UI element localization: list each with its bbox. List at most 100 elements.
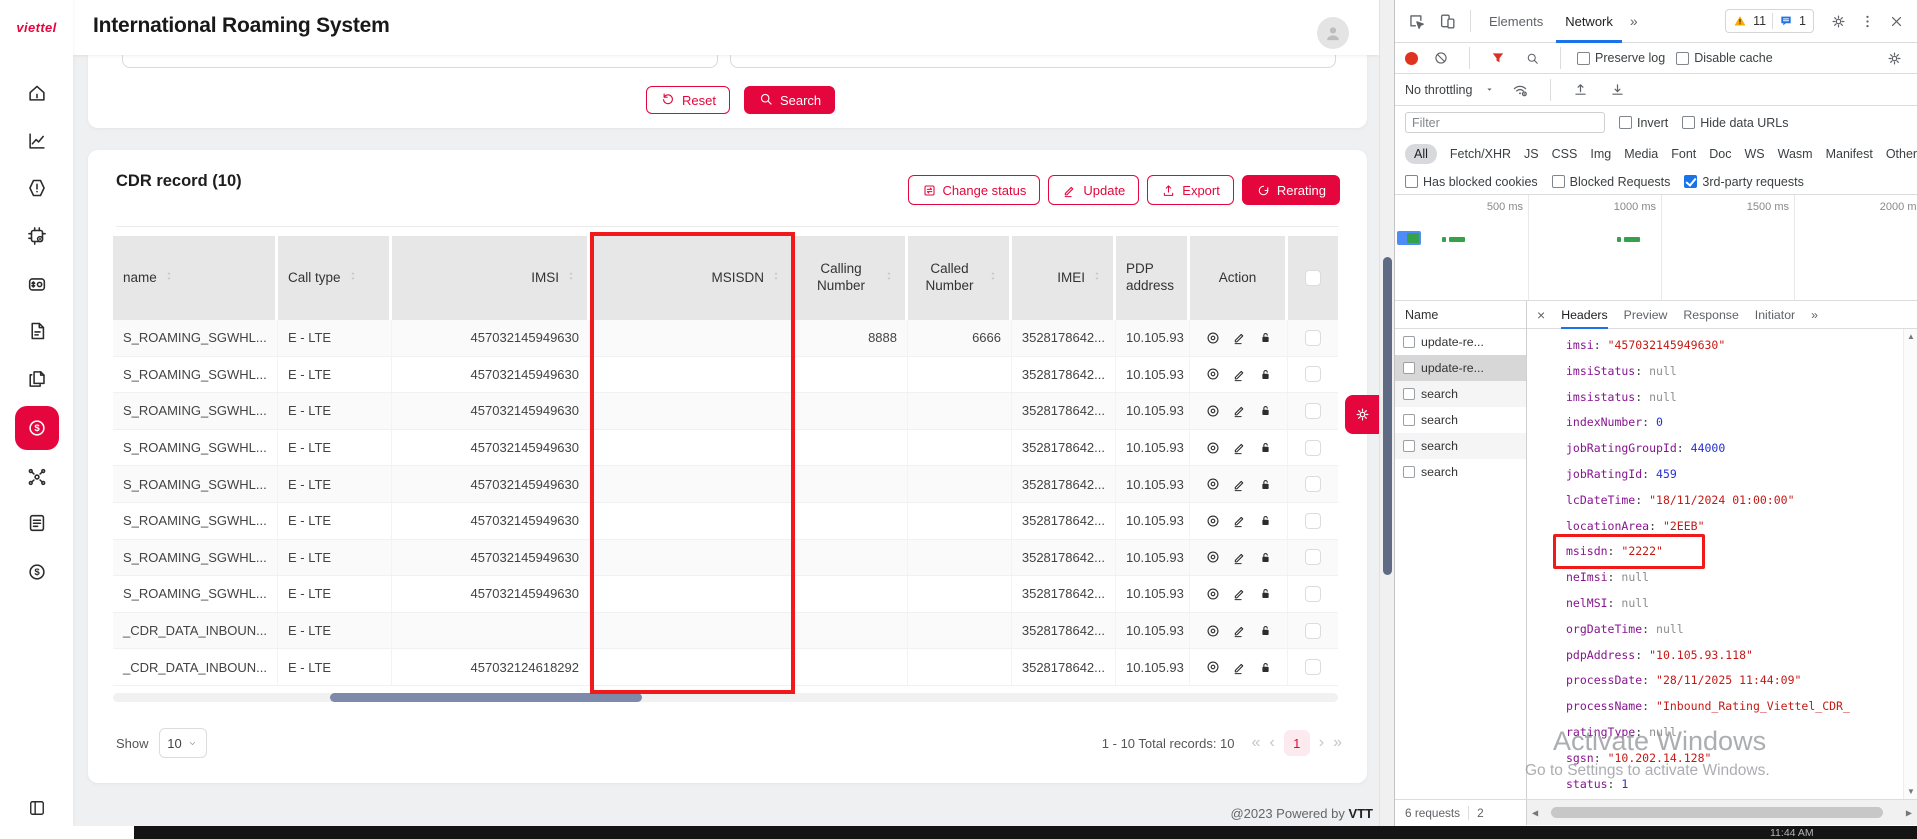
sort-icon[interactable]	[163, 270, 175, 287]
column-header-calling[interactable]: Calling Number	[795, 236, 908, 320]
sidebar-item-dollar-coin[interactable]: $	[26, 561, 48, 583]
sidebar-item-document[interactable]	[26, 320, 48, 342]
network-settings-icon[interactable]	[1882, 50, 1907, 67]
rerating-button[interactable]: Rerating	[1242, 175, 1340, 205]
devtools-close-icon[interactable]	[1884, 13, 1909, 30]
chip-all[interactable]: All	[1405, 144, 1437, 164]
view-icon[interactable]	[1205, 330, 1221, 346]
sidebar-item-copy-pages[interactable]	[26, 368, 48, 390]
lock-icon[interactable]	[1258, 586, 1273, 601]
checkbox[interactable]	[1577, 52, 1590, 65]
view-icon[interactable]	[1205, 623, 1221, 639]
view-icon[interactable]	[1205, 513, 1221, 529]
sidebar-item-report-list[interactable]	[26, 512, 48, 534]
row-checkbox[interactable]	[1305, 549, 1321, 565]
request-checkbox[interactable]	[1403, 440, 1415, 452]
chip-other[interactable]: Other	[1886, 147, 1917, 161]
chip-media[interactable]: Media	[1624, 147, 1658, 161]
request-row[interactable]: search	[1395, 433, 1526, 459]
request-list-header[interactable]: Name	[1395, 301, 1526, 329]
select-all-checkbox[interactable]	[1305, 270, 1321, 286]
column-header-msisdn[interactable]: MSISDN	[590, 236, 795, 320]
request-row[interactable]: search	[1395, 459, 1526, 485]
lock-icon[interactable]	[1258, 367, 1273, 382]
checkbox[interactable]	[1552, 175, 1565, 188]
more-detail-tabs-icon[interactable]: »	[1811, 301, 1818, 329]
column-header-imei[interactable]: IMEI	[1012, 236, 1116, 320]
request-checkbox[interactable]	[1403, 362, 1415, 374]
view-icon[interactable]	[1205, 366, 1221, 382]
column-header-name[interactable]: name	[113, 236, 278, 320]
edit-icon[interactable]	[1232, 367, 1247, 382]
sort-icon[interactable]	[1091, 270, 1103, 287]
request-checkbox[interactable]	[1403, 466, 1415, 478]
chip-manifest[interactable]: Manifest	[1826, 147, 1873, 161]
sidebar-item-line-chart[interactable]	[26, 130, 48, 152]
checkbox[interactable]	[1682, 116, 1695, 129]
sort-icon[interactable]	[987, 270, 999, 287]
search-button[interactable]: Search	[744, 86, 835, 114]
scroll-right-arrow[interactable]: ▶	[1906, 808, 1912, 817]
devtools-menu-icon[interactable]	[1855, 13, 1880, 30]
search-icon[interactable]	[1521, 51, 1544, 66]
checkbox[interactable]	[1684, 175, 1697, 188]
checkbox[interactable]	[1405, 175, 1418, 188]
devtools-settings-icon[interactable]	[1826, 13, 1851, 30]
chip-doc[interactable]: Doc	[1709, 147, 1731, 161]
device-toolbar-icon[interactable]	[1434, 12, 1461, 31]
view-icon[interactable]	[1205, 476, 1221, 492]
page-size-dropdown[interactable]: 10	[159, 728, 207, 758]
row-checkbox[interactable]	[1305, 659, 1321, 675]
view-icon[interactable]	[1205, 659, 1221, 675]
column-header-imsi[interactable]: IMSI	[392, 236, 590, 320]
floating-settings-button[interactable]	[1345, 395, 1379, 434]
request-row[interactable]: update-re...	[1395, 329, 1526, 355]
tab-network[interactable]: Network	[1556, 0, 1622, 43]
blocked-requests-toggle[interactable]: Blocked Requests	[1552, 175, 1671, 189]
row-checkbox[interactable]	[1305, 513, 1321, 529]
row-checkbox[interactable]	[1305, 623, 1321, 639]
lock-icon[interactable]	[1258, 440, 1273, 455]
detail-tab-preview[interactable]: Preview	[1624, 301, 1668, 329]
view-icon[interactable]	[1205, 586, 1221, 602]
sidebar-item-alert-hexagon[interactable]	[26, 177, 48, 199]
update-button[interactable]: Update	[1048, 175, 1139, 205]
invert-toggle[interactable]: Invert	[1619, 116, 1668, 130]
tab-elements[interactable]: Elements	[1480, 0, 1552, 43]
lock-icon[interactable]	[1258, 623, 1273, 638]
reset-button[interactable]: Reset	[646, 86, 730, 114]
lock-icon[interactable]	[1258, 660, 1273, 675]
scrollbar-thumb[interactable]	[330, 693, 642, 702]
detail-tab-initiator[interactable]: Initiator	[1755, 301, 1795, 329]
sidebar-item-hub-network[interactable]	[26, 466, 48, 488]
network-overview-time-line[interactable]: 500 ms1000 ms1500 ms2000 ms	[1395, 195, 1917, 301]
scroll-up-arrow[interactable]: ▲	[1904, 332, 1917, 341]
first-page-button[interactable]: «	[1252, 735, 1261, 751]
edit-icon[interactable]	[1232, 330, 1247, 345]
checkbox[interactable]	[1619, 116, 1632, 129]
column-header-call_type[interactable]: Call type	[278, 236, 392, 320]
filter-input[interactable]	[1405, 112, 1605, 133]
edit-icon[interactable]	[1232, 623, 1247, 638]
lock-icon[interactable]	[1258, 403, 1273, 418]
edit-icon[interactable]	[1232, 403, 1247, 418]
detail-tab-response[interactable]: Response	[1683, 301, 1738, 329]
close-detail-icon[interactable]: ×	[1537, 301, 1545, 329]
import-har-icon[interactable]	[1568, 81, 1593, 98]
scrollbar-thumb[interactable]	[1551, 807, 1883, 818]
next-page-button[interactable]: ›	[1319, 735, 1324, 751]
edit-icon[interactable]	[1232, 513, 1247, 528]
windows-taskbar[interactable]: 11:44 AM	[0, 826, 1917, 839]
row-checkbox[interactable]	[1305, 330, 1321, 346]
request-row[interactable]: update-re...	[1395, 355, 1526, 381]
network-conditions-icon[interactable]	[1507, 81, 1533, 99]
scroll-down-arrow[interactable]: ▼	[1904, 787, 1917, 796]
lock-icon[interactable]	[1258, 330, 1273, 345]
chip-ws[interactable]: WS	[1744, 147, 1764, 161]
chip-img[interactable]: Img	[1590, 147, 1611, 161]
scrollbar-thumb[interactable]	[1383, 257, 1392, 575]
edit-icon[interactable]	[1232, 586, 1247, 601]
sort-icon[interactable]	[883, 270, 895, 287]
chip-css[interactable]: CSS	[1552, 147, 1578, 161]
last-page-button[interactable]: »	[1333, 735, 1342, 751]
